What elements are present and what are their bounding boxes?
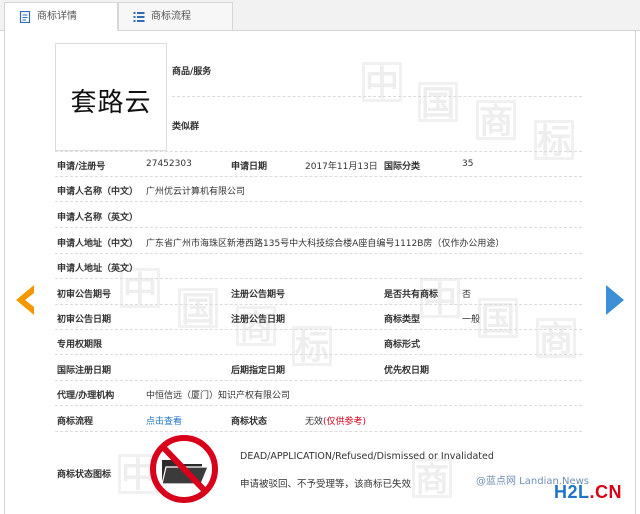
divider — [55, 151, 582, 152]
reg-no-label: 申请/注册号 — [57, 162, 106, 172]
divider — [55, 380, 582, 381]
apply-date-label: 申请日期 — [231, 162, 268, 172]
priority-date-label: 优先权日期 — [384, 366, 430, 376]
divider — [55, 354, 582, 355]
address-cn-value: 广东省广州市海珠区新港西路135号中大科技综合楼A座自编号1112B房（仅作办公… — [146, 239, 505, 249]
divider — [55, 304, 582, 305]
h2l-logo-suffix: .CN — [589, 482, 623, 502]
type-value: 一般 — [462, 315, 481, 325]
tab-label: 商标详情 — [37, 11, 77, 22]
exclusive-label: 专用权期限 — [57, 340, 103, 350]
applicant-cn-value: 广州优云计算机有限公司 — [146, 187, 246, 197]
prelim-date-label: 初审公告日期 — [57, 315, 112, 325]
type-label: 商标类型 — [384, 315, 421, 325]
applicant-en-label: 申请人名称（英文） — [57, 213, 139, 223]
list-icon — [133, 12, 145, 22]
similar-group-label: 类似群 — [172, 122, 200, 132]
agent-label: 代理/办理机构 — [57, 391, 115, 401]
status-note: (仅供参考) — [323, 417, 367, 427]
prev-arrow-icon[interactable] — [12, 283, 36, 317]
agent-value: 中恒信远（厦门）知识产权有限公司 — [146, 391, 291, 401]
divider — [55, 278, 582, 279]
divider — [172, 96, 582, 97]
tab-label: 商标流程 — [151, 11, 191, 22]
h2l-logo: H2L.CN — [554, 482, 622, 503]
address-cn-label: 申请人地址（中文） — [57, 239, 139, 249]
tab-trademark-detail[interactable]: 商标详情 — [4, 2, 118, 31]
tab-bar: 商标详情 商标流程 — [0, 0, 640, 31]
apply-date-value: 2017年11月13日 — [305, 162, 378, 172]
divider — [55, 431, 582, 432]
divider — [55, 405, 582, 406]
reg-no-value: 27452303 — [146, 159, 192, 169]
reg-pub-no-label: 注册公告期号 — [231, 290, 286, 300]
trademark-image: 套路云 — [55, 43, 167, 151]
divider — [55, 253, 582, 254]
shared-value: 否 — [462, 290, 472, 300]
status-cn-text: 申请被驳回、不予受理等，该商标已失效 — [240, 479, 412, 490]
status-icon-label: 商标状态图标 — [57, 470, 112, 480]
form-label: 商标形式 — [384, 340, 421, 350]
status-value: 无效(仅供参考) — [305, 414, 366, 427]
intl-reg-date-label: 国际注册日期 — [57, 366, 112, 376]
status-en-text: DEAD/APPLICATION/Refused/Dismissed or In… — [240, 451, 494, 462]
divider — [55, 227, 582, 228]
flow-label: 商标流程 — [57, 417, 94, 427]
intl-class-value: 35 — [462, 159, 474, 169]
divider — [55, 176, 582, 177]
next-arrow-icon[interactable] — [604, 283, 628, 317]
applicant-cn-label: 申请人名称（中文） — [57, 187, 139, 197]
goods-services-label: 商品/服务 — [172, 67, 212, 77]
divider — [55, 201, 582, 202]
tab-trademark-flow[interactable]: 商标流程 — [118, 2, 233, 30]
status-label: 商标状态 — [231, 417, 268, 427]
doc-icon — [19, 11, 31, 23]
reg-pub-date-label: 注册公告日期 — [231, 315, 286, 325]
flow-view-link[interactable]: 点击查看 — [146, 414, 182, 427]
trademark-image-text: 套路云 — [70, 88, 152, 118]
prelim-no-label: 初审公告期号 — [57, 290, 112, 300]
later-date-label: 后期指定日期 — [231, 366, 286, 376]
divider — [55, 329, 582, 330]
address-en-label: 申请人地址（英文） — [57, 264, 139, 274]
intl-class-label: 国际分类 — [384, 162, 421, 172]
shared-label: 是否共有商标 — [384, 290, 439, 300]
dead-status-icon — [150, 435, 218, 503]
h2l-logo-text: H2L — [554, 482, 590, 502]
status-text: 无效 — [305, 417, 324, 427]
